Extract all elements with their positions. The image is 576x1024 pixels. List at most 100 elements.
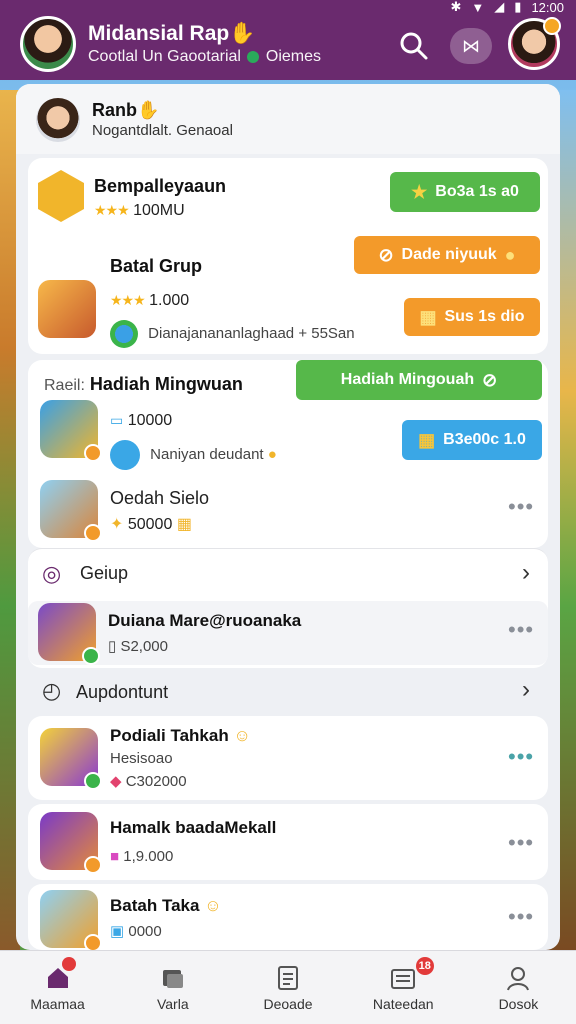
- ticket-icon: ▭: [110, 412, 124, 428]
- user-name-text: Ranb: [92, 100, 137, 120]
- group-section: ◎ Geiup › Duiana Mare@ruoanaka ▯ S2,000 …: [28, 548, 548, 668]
- chevron-right-icon: ›: [522, 559, 530, 586]
- group-desc: Dianajanananlaghaad: [148, 324, 295, 342]
- weekly-item1-button[interactable]: ▦ B3e00c 1.0: [402, 420, 542, 460]
- profile-icon: [504, 964, 532, 992]
- list-item-title: Batah Taka ☺: [110, 896, 222, 916]
- rank-title: Bempalleyaaun: [94, 176, 227, 196]
- list-item[interactable]: Podiali Tahkah ☺ Hesisoao ◆ C302000 •••: [28, 716, 548, 800]
- app-title: Midansial Rap✋: [88, 22, 255, 46]
- group-item[interactable]: Duiana Mare@ruoanaka ▯ S2,000 •••: [28, 601, 548, 665]
- blue-coin-icon: [110, 440, 140, 470]
- friend-avatar[interactable]: [508, 17, 561, 70]
- appointment-section-title: Aupdontunt: [76, 682, 169, 702]
- rank-claim-button[interactable]: ★ Bo3a 1s a0: [390, 172, 540, 212]
- group-item-title: Duiana Mare@ruoanaka: [108, 611, 302, 630]
- user-row[interactable]: Ranb✋ Nogantdlalt. Genaoal: [16, 84, 560, 154]
- clock-icon: ◴: [42, 678, 62, 703]
- weekly-item2-title: Oedah Sielo: [110, 488, 210, 508]
- user-name: Ranb✋: [92, 100, 159, 121]
- battery-icon: ▮: [514, 0, 522, 14]
- group-item-value: S2,000: [120, 638, 168, 655]
- weekly-reward-label: Hadiah Mingouah: [340, 371, 475, 388]
- search-button[interactable]: [396, 28, 432, 64]
- weekly-item1-value: 10000: [127, 412, 173, 429]
- nav-label: Maamaa: [30, 995, 85, 1012]
- planet-icon: ◎: [42, 561, 62, 586]
- list-item-sub: Hesisoao: [110, 750, 173, 767]
- rank-claim-label: Bo3a 1s a0: [435, 183, 519, 200]
- list-item[interactable]: Batah Taka ☺ ▣ 0000 •••: [28, 884, 548, 950]
- list-item-value: C302000: [125, 773, 187, 790]
- list-item[interactable]: Hamalk baadaMekall ■ 1,9.000 •••: [28, 804, 548, 880]
- group-value: 1.000: [149, 292, 190, 309]
- document-icon: [274, 964, 302, 992]
- list-item-title: Hamalk baadaMekall: [110, 818, 277, 837]
- star-icon: ★: [411, 181, 428, 202]
- list-item-title: Podiali Tahkah ☺: [110, 726, 251, 746]
- thumb-badge-icon: [84, 772, 102, 790]
- more-options-icon[interactable]: •••: [508, 494, 534, 520]
- daily-button-label: Dade niyuuk: [401, 246, 497, 263]
- appointment-section-header[interactable]: ◴ Aupdontunt ›: [28, 670, 548, 714]
- sparkle-icon: ✦: [110, 516, 124, 533]
- butterfly-icon: ⋈: [462, 35, 480, 56]
- more-options-icon[interactable]: •••: [508, 617, 534, 643]
- group-reward-button[interactable]: ▦ Sus 1s dio: [404, 298, 540, 336]
- ticket-icon: ▣: [110, 923, 125, 940]
- group-section-header[interactable]: ◎ Geiup ›: [28, 549, 548, 599]
- app-subtitle: Cootlal Un Gaootarial Oiemes: [88, 48, 321, 66]
- menu-button[interactable]: ⋈: [450, 28, 492, 64]
- profile-avatar[interactable]: [20, 16, 76, 72]
- cards-icon: [159, 964, 187, 992]
- rank-stars-value: 100MU: [133, 202, 185, 219]
- nav-item-document[interactable]: Deoade: [230, 951, 345, 1024]
- rank-stars-row: ★★★ 100MU: [94, 202, 185, 220]
- bottom-nav: Maamaa Varla Deoade 18 Nateedan Dosok: [0, 950, 576, 1024]
- card-icon: ▯: [108, 638, 117, 655]
- group-desc-suffix: + 55San: [298, 324, 355, 342]
- weekly-reward-button[interactable]: Hadiah Mingouah ⊘: [296, 360, 542, 400]
- weekly-item1-button-label: B3e00c 1.0: [443, 431, 526, 448]
- list-item-value-row: ■ 1,9.000: [110, 848, 173, 865]
- nav-badge: [62, 957, 76, 971]
- online-dot-icon: [247, 50, 260, 63]
- bluetooth-icon: ✱: [450, 0, 462, 14]
- app-subtitle-a: Cootlal Un Gaootarial: [88, 48, 241, 65]
- weekly-game-thumb: [40, 400, 102, 462]
- group-title: Batal Grup: [110, 256, 203, 276]
- group-item-value-row: ▯ S2,000: [108, 637, 168, 655]
- weekly-item2-value-row: ✦ 50000 ▦: [110, 514, 192, 534]
- search-icon: [400, 32, 428, 60]
- nav-badge: 18: [415, 957, 434, 975]
- nav-item-profile[interactable]: Dosok: [461, 951, 576, 1024]
- more-options-icon[interactable]: •••: [508, 904, 534, 930]
- daily-button[interactable]: ⊘ Dade niyuuk ●: [354, 236, 540, 274]
- nav-item-home[interactable]: Maamaa: [0, 951, 115, 1024]
- main-panel: Ranb✋ Nogantdlalt. Genaoal Bempalleyaaun…: [16, 84, 560, 950]
- gem-icon: ■: [110, 848, 120, 865]
- more-options-icon[interactable]: •••: [508, 744, 534, 770]
- weekly-item2-value: 50000: [127, 516, 173, 533]
- coin-icon: ●: [504, 244, 516, 265]
- more-options-icon[interactable]: •••: [508, 830, 534, 856]
- nav-label: Dosok: [498, 995, 539, 1012]
- chest-icon: ▦: [418, 429, 436, 450]
- status-bar: ✱ ▼ ◢ ▮ 12:00: [450, 0, 564, 15]
- globe-icon: [110, 320, 138, 348]
- stars-icon: ★★★: [94, 202, 130, 218]
- nav-item-inbox[interactable]: 18 Nateedan: [346, 951, 461, 1024]
- thumb-badge-icon: [82, 647, 100, 665]
- nav-item-cards[interactable]: Varla: [115, 951, 230, 1024]
- app-subtitle-b: Oiemes: [265, 48, 321, 65]
- list-item-thumb: [40, 812, 102, 874]
- group-desc-row: Dianajanananlaghaad + 55San: [110, 320, 355, 348]
- weekly-item1-desc: Naniyan deudant: [150, 445, 264, 463]
- chest-icon: ▦: [176, 516, 192, 533]
- list-item-value: 1,9.000: [123, 848, 174, 865]
- status-time: 12:00: [531, 0, 564, 15]
- notification-badge: [543, 17, 561, 35]
- weekly-item2-thumb: [40, 480, 102, 542]
- thumb-badge-icon: [84, 444, 102, 462]
- signal-icon: ◢: [494, 0, 505, 14]
